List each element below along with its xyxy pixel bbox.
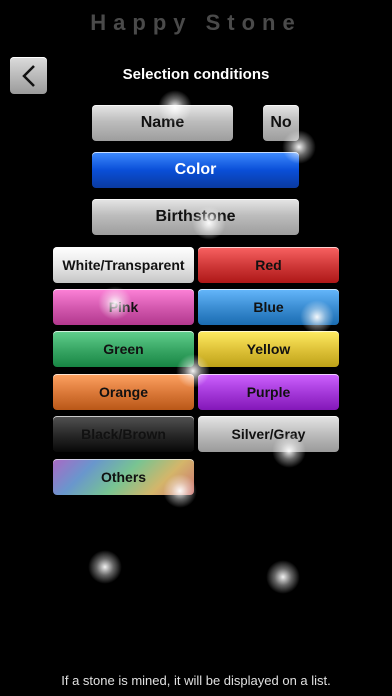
color-pink-button[interactable]: Pink [53,289,194,325]
sparkle [88,550,122,584]
page-subtitle: Selection conditions [122,66,270,83]
color-button[interactable]: Color [92,152,299,188]
color-white-transparent-button[interactable]: White/Transparent [53,247,194,283]
name-button[interactable]: Name [92,105,233,141]
color-green-button[interactable]: Green [53,331,194,367]
birthstone-button[interactable]: Birthstone [92,199,299,235]
footer-note: If a stone is mined, it will be displaye… [61,673,331,688]
color-silver-gray-button[interactable]: Silver/Gray [198,416,339,452]
color-yellow-button[interactable]: Yellow [198,331,339,367]
color-black-brown-button[interactable]: Black/Brown [53,416,194,452]
app-title: Happy Stone [90,10,302,35]
color-blue-button[interactable]: Blue [198,289,339,325]
color-orange-button[interactable]: Orange [53,374,194,410]
color-purple-button[interactable]: Purple [198,374,339,410]
color-others-button[interactable]: Others [53,459,194,495]
no-button[interactable]: No [263,105,299,141]
color-red-button[interactable]: Red [198,247,339,283]
sparkle [266,560,300,594]
